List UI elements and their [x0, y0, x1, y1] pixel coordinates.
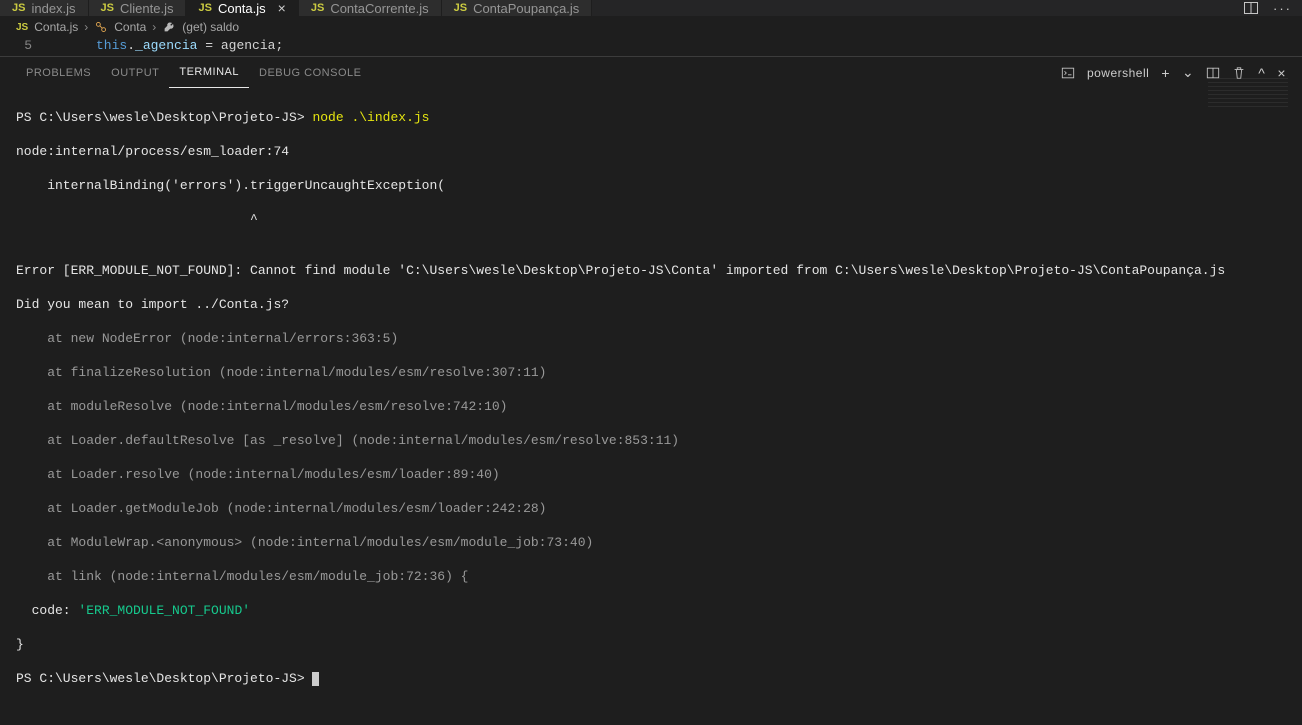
wrench-icon	[162, 20, 176, 34]
tab-cliente-js[interactable]: JS Cliente.js	[89, 0, 187, 16]
breadcrumb-method: (get) saldo	[182, 20, 239, 34]
breadcrumb-class: Conta	[114, 20, 146, 34]
js-icon: JS	[12, 2, 25, 14]
js-icon: JS	[16, 22, 28, 33]
js-icon: JS	[198, 2, 211, 14]
terminal-shell-icon[interactable]	[1061, 66, 1075, 80]
chevron-right-icon: ›	[84, 20, 88, 34]
split-editor-icon[interactable]	[1243, 0, 1259, 16]
tab-contacorrente-js[interactable]: JS ContaCorrente.js	[299, 0, 442, 16]
class-icon	[94, 20, 108, 34]
tab-conta-js[interactable]: JS Conta.js ×	[186, 0, 298, 16]
js-icon: JS	[311, 2, 324, 14]
terminal-output[interactable]: PS C:\Users\wesle\Desktop\Projeto-JS> no…	[0, 88, 1302, 725]
chevron-right-icon: ›	[152, 20, 156, 34]
chevron-down-icon[interactable]: ⌄	[1182, 64, 1194, 81]
tab-actions: ···	[1233, 0, 1302, 16]
breadcrumb[interactable]: JS Conta.js › Conta › (get) saldo	[0, 16, 1302, 38]
panel-tab-terminal[interactable]: Terminal	[169, 57, 249, 88]
tab-label: ContaPoupança.js	[473, 1, 579, 16]
tab-index-js[interactable]: JS index.js	[0, 0, 89, 16]
tab-label: Cliente.js	[120, 1, 173, 16]
tab-label: index.js	[31, 1, 75, 16]
panel-tab-problems[interactable]: Problems	[16, 57, 101, 88]
close-icon[interactable]: ×	[278, 0, 286, 16]
code-fragment: this._agencia = agencia;	[48, 38, 283, 53]
line-number: 5	[0, 38, 48, 53]
breadcrumb-file: Conta.js	[34, 20, 78, 34]
panel-tab-output[interactable]: Output	[101, 57, 169, 88]
terminal-cursor	[312, 672, 319, 686]
panel-tabs: Problems Output Terminal Debug Console p…	[0, 57, 1302, 88]
editor-tabs: JS index.js JS Cliente.js JS Conta.js × …	[0, 0, 1302, 16]
js-icon: JS	[454, 2, 467, 14]
editor-line[interactable]: 5 this._agencia = agencia;	[0, 38, 1302, 56]
minimap[interactable]	[1208, 78, 1288, 108]
tab-label: ContaCorrente.js	[330, 1, 428, 16]
panel-tab-debug-console[interactable]: Debug Console	[249, 57, 371, 88]
tab-label: Conta.js	[218, 1, 266, 16]
terminal-shell-label[interactable]: powershell	[1087, 66, 1149, 80]
tab-contapoupanca-js[interactable]: JS ContaPoupança.js	[442, 0, 593, 16]
more-icon[interactable]: ···	[1273, 1, 1292, 16]
new-terminal-icon[interactable]: +	[1161, 65, 1170, 81]
js-icon: JS	[101, 2, 114, 14]
bottom-panel: Problems Output Terminal Debug Console p…	[0, 56, 1302, 725]
